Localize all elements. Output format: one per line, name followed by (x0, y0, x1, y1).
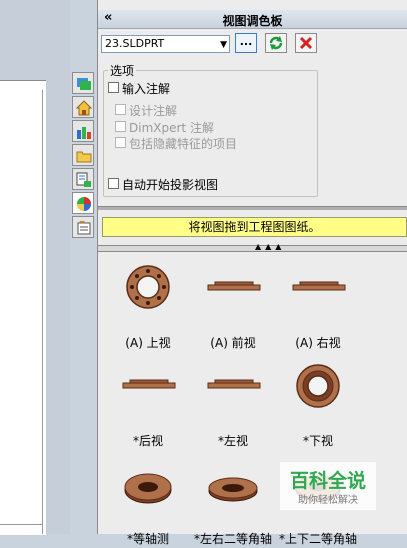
home-icon (76, 100, 92, 116)
view-label: *左视 (217, 434, 248, 448)
chevron-down-icon: ▼ (220, 40, 227, 50)
file-select-value: 23.SLDPRT (105, 37, 165, 50)
panel-splitter[interactable] (98, 245, 407, 252)
design-annotations-label: 设计注解 (129, 104, 178, 118)
watermark-title: 百科全说 (289, 470, 366, 492)
properties-icon (77, 221, 91, 235)
flange-isometric-view-icon (124, 473, 172, 504)
watermark-subtitle: 助你轻松解决 (298, 495, 358, 506)
close-icon (299, 36, 313, 50)
drag-hint-banner: 将视图拖到工程图图纸。 (102, 217, 407, 237)
panel-title: 视图调色板 (222, 14, 283, 28)
file-select[interactable]: 23.SLDPRT ▼ (101, 35, 230, 53)
section-divider (98, 206, 407, 210)
sheet-border-line (42, 90, 43, 534)
tab-home[interactable] (72, 96, 94, 118)
options-group-label: 选项 (108, 62, 137, 79)
view-label: (A) 右视 (295, 336, 341, 350)
refresh-icon (269, 36, 283, 50)
view-label: *上下二等角轴 (278, 532, 357, 546)
folder-icon (76, 151, 92, 163)
view-item[interactable]: *下视 (278, 360, 358, 450)
hidden-features-checkbox[interactable] (115, 137, 126, 148)
tab-view-palette[interactable] (72, 192, 94, 214)
tab-file-explorer[interactable] (72, 144, 94, 166)
view-item[interactable]: *左右二等角轴 (193, 458, 273, 548)
view-label: *下视 (302, 434, 333, 448)
view-label: *后视 (132, 434, 163, 448)
dimxpert-annotations-checkbox[interactable] (115, 121, 126, 132)
flange-top-view-icon (126, 265, 170, 309)
view-label: *左右二等角轴 (193, 532, 272, 546)
flange-left-view-icon (207, 379, 261, 389)
browse-button[interactable]: ... (235, 33, 257, 53)
auto-projected-checkbox[interactable] (108, 178, 119, 189)
resources-icon (77, 78, 91, 90)
tab-custom-properties[interactable] (72, 216, 94, 238)
drawing-sheet[interactable] (0, 80, 46, 535)
refresh-button[interactable] (265, 33, 287, 53)
view-item[interactable]: *等轴测 (108, 458, 188, 548)
view-item[interactable]: (A) 右视 (278, 262, 358, 352)
cancel-button[interactable] (295, 33, 317, 53)
import-annotations-label: 输入注解 (122, 82, 171, 96)
view-item[interactable]: *后视 (108, 360, 188, 450)
view-item[interactable]: (A) 上视 (108, 262, 188, 352)
color-wheel-icon (77, 197, 91, 211)
design-annotations-checkbox[interactable] (115, 104, 126, 115)
view-label: (A) 前视 (210, 336, 256, 350)
view-label: *等轴测 (126, 532, 169, 546)
flange-front-view-icon (207, 281, 261, 291)
splitter-grip-icon: ▲▲▲ (255, 242, 286, 251)
view-item[interactable]: *左视 (193, 360, 273, 450)
flange-right-view-icon (292, 281, 346, 291)
hidden-features-label: 包括隐藏特征的项目 (129, 137, 238, 151)
flange-back-view-icon (122, 379, 176, 389)
sheet-border-line (0, 524, 42, 525)
auto-projected-label: 自动开始投影视图 (122, 178, 219, 192)
flange-bottom-view-icon (296, 364, 340, 408)
view-label: (A) 上视 (125, 336, 171, 350)
tab-design-library[interactable] (72, 120, 94, 142)
tab-search[interactable] (72, 168, 94, 190)
library-icon (77, 127, 91, 139)
document-search-icon (76, 172, 91, 187)
flange-dimetric-view-icon (208, 477, 258, 502)
tab-solidworks-resources[interactable] (72, 72, 94, 94)
import-annotations-checkbox[interactable] (108, 82, 119, 93)
view-item[interactable]: (A) 前视 (193, 262, 273, 352)
dimxpert-annotations-label: DimXpert 注解 (129, 121, 214, 135)
